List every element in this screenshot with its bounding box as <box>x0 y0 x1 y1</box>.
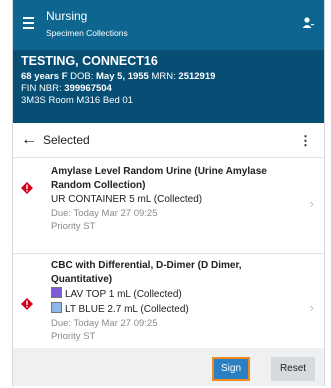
app-subtitle: Specimen Collections <box>46 28 128 38</box>
fin-value: 399967504 <box>64 83 112 94</box>
patient-location: 3M3S Room M316 Bed 01 <box>21 95 133 106</box>
app-frame: Nursing Specimen Collections TESTING, CO… <box>12 0 325 386</box>
order-name: Amylase Level Random Urine (Urine Amylas… <box>51 166 267 191</box>
patient-fin: FIN NBR: 399967504 <box>21 83 112 94</box>
order-item[interactable]: Amylase Level Random Urine (Urine Amylas… <box>13 158 324 254</box>
order-due: Due: Today Mar 27 09:25 <box>51 318 158 329</box>
mrn-label: MRN: <box>151 71 176 82</box>
selected-title: Selected <box>43 133 90 147</box>
order-name: CBC with Differential, D-Dimer (D Dimer,… <box>51 260 242 285</box>
app-title: Nursing <box>46 9 88 23</box>
order-priority: Priority ST <box>51 221 96 232</box>
reset-button[interactable]: Reset <box>271 357 315 381</box>
fin-label: FIN NBR: <box>21 83 62 94</box>
user-icon[interactable] <box>301 16 315 30</box>
patient-age: 68 years <box>21 71 60 82</box>
order-details: Amylase Level Random Urine (Urine Amylas… <box>51 165 300 233</box>
back-arrow-icon[interactable]: ← <box>21 131 37 149</box>
action-footer: Sign Reset <box>13 348 324 386</box>
patient-banner: TESTING, CONNECT16 68 years F DOB: May 5… <box>13 50 324 123</box>
more-options-icon[interactable]: ⋮ <box>299 133 312 149</box>
container-line: UR CONTAINER 5 mL (Collected) <box>51 194 203 205</box>
container-line: LAV TOP 1 mL (Collected) <box>51 287 300 302</box>
patient-mrn: 2512919 <box>178 71 216 82</box>
container-line: LT BLUE 2.7 mL (Collected) <box>51 302 300 317</box>
lavender-tube-swatch <box>51 287 62 298</box>
chevron-right-icon[interactable]: › <box>310 300 314 315</box>
app-header: Nursing Specimen Collections <box>13 0 324 50</box>
container-label: LAV TOP 1 mL (Collected) <box>65 289 182 300</box>
patient-name: TESTING, CONNECT16 <box>21 54 158 68</box>
alert-icon <box>21 298 33 310</box>
sign-button[interactable]: Sign <box>212 357 250 381</box>
order-details: CBC with Differential, D-Dimer (D Dimer,… <box>51 259 300 343</box>
order-priority: Priority ST <box>51 331 96 342</box>
patient-demographics: 68 years F DOB: May 5, 1955 MRN: 2512919 <box>21 71 215 82</box>
menu-icon[interactable] <box>23 17 34 32</box>
chevron-right-icon[interactable]: › <box>310 196 314 211</box>
container-label: LT BLUE 2.7 mL (Collected) <box>65 304 189 315</box>
order-due: Due: Today Mar 27 09:25 <box>51 208 158 219</box>
dob-label: DOB: <box>70 71 94 82</box>
light-blue-tube-swatch <box>51 302 62 313</box>
alert-icon <box>21 182 33 194</box>
patient-sex: F <box>61 71 68 82</box>
patient-dob: May 5, 1955 <box>96 71 149 82</box>
selected-bar: ← Selected ⋮ <box>13 123 324 158</box>
